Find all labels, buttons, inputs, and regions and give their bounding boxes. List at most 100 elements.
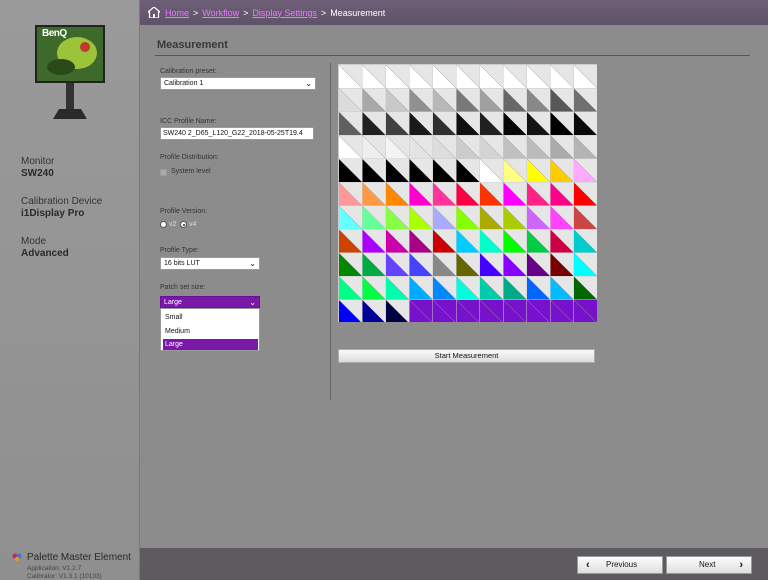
color-patch xyxy=(409,299,433,322)
breadcrumb-workflow-link[interactable]: Workflow xyxy=(202,8,239,18)
color-patch xyxy=(338,205,363,230)
color-patch xyxy=(503,299,527,322)
color-patch xyxy=(479,205,504,230)
color-patch xyxy=(432,276,457,300)
color-patch xyxy=(550,88,574,112)
color-patch xyxy=(409,158,433,183)
patch-set-size-select[interactable]: Large ⌄ xyxy=(160,296,260,308)
color-patch xyxy=(550,299,574,322)
benq-logo: BenQ xyxy=(42,28,67,39)
color-patch xyxy=(338,182,363,206)
color-patch xyxy=(503,135,527,159)
page-title: Measurement xyxy=(157,39,228,51)
patch-set-size-value: Large xyxy=(164,299,182,306)
start-measurement-button[interactable]: Start Measurement xyxy=(338,349,595,363)
color-patch xyxy=(573,205,597,230)
color-patch xyxy=(362,111,386,136)
patch-option-large[interactable]: Large xyxy=(163,339,258,350)
color-patch xyxy=(432,182,457,206)
color-patch xyxy=(409,88,433,112)
system-level-label: System level xyxy=(171,168,211,175)
color-patch xyxy=(385,111,410,136)
color-patch xyxy=(456,299,480,322)
color-patch xyxy=(503,229,527,253)
color-patch xyxy=(385,205,410,230)
color-patch xyxy=(526,205,551,230)
next-label: Next xyxy=(699,560,716,569)
color-patch xyxy=(503,276,527,300)
color-patch xyxy=(385,88,410,112)
monitor-label: Monitor xyxy=(21,156,55,167)
color-patch xyxy=(573,158,597,183)
color-patch xyxy=(432,205,457,230)
color-patch xyxy=(409,182,433,206)
color-patch xyxy=(385,276,410,300)
color-patch xyxy=(456,88,480,112)
system-level-checkbox[interactable] xyxy=(160,169,167,176)
profile-type-select[interactable]: 16 bits LUT ⌄ xyxy=(160,257,260,270)
previous-button[interactable]: ‹ Previous xyxy=(577,556,663,574)
icc-profile-input[interactable]: SW240 2_D65_L120_G22_2018-05-25T19.4 xyxy=(160,127,314,140)
color-patch xyxy=(503,111,527,136)
color-patch xyxy=(550,158,574,183)
color-patch xyxy=(409,276,433,300)
color-patch xyxy=(432,252,457,277)
color-patch xyxy=(409,135,433,159)
profile-version-v4-radio[interactable] xyxy=(180,221,187,228)
color-patch xyxy=(479,299,503,322)
color-patch xyxy=(503,205,527,230)
color-patch xyxy=(550,135,574,159)
color-patch xyxy=(432,299,456,322)
profile-version-v2-radio[interactable] xyxy=(160,221,167,228)
color-patch xyxy=(503,64,527,89)
color-patch xyxy=(550,252,574,277)
color-patch xyxy=(456,158,480,183)
color-patch xyxy=(503,158,527,183)
color-patch xyxy=(338,158,363,183)
color-patch xyxy=(456,229,480,253)
chevron-left-icon: ‹ xyxy=(586,559,590,571)
color-patch xyxy=(550,111,574,136)
color-patch xyxy=(479,182,504,206)
icc-profile-label: ICC Profile Name: xyxy=(160,118,217,125)
color-patch xyxy=(456,252,480,277)
color-patch xyxy=(385,64,410,89)
previous-label: Previous xyxy=(606,560,638,569)
home-icon[interactable] xyxy=(148,7,160,18)
panel-divider xyxy=(330,63,331,400)
calibration-preset-label: Calibration preset: xyxy=(160,68,217,75)
chevron-down-icon: ⌄ xyxy=(249,259,256,268)
breadcrumb-display-settings-link[interactable]: Display Settings xyxy=(252,8,317,18)
color-patch xyxy=(479,88,504,112)
color-patch xyxy=(362,88,386,112)
color-patch xyxy=(385,135,410,159)
main-panel: Measurement Calibration preset: Calibrat… xyxy=(140,25,768,548)
next-button[interactable]: Next › xyxy=(666,556,752,574)
color-patch xyxy=(526,299,550,322)
bottom-bar: ‹ Previous Next › xyxy=(140,548,768,580)
color-patch xyxy=(526,252,551,277)
color-patch xyxy=(550,182,574,206)
patch-option-small[interactable]: Small xyxy=(163,312,258,323)
color-patch xyxy=(573,299,597,322)
color-patch xyxy=(432,88,457,112)
color-patch xyxy=(432,64,457,89)
breadcrumb-home-link[interactable]: Home xyxy=(165,8,189,18)
color-patch xyxy=(526,229,551,253)
color-patch xyxy=(573,252,597,277)
color-patch xyxy=(456,111,480,136)
color-patch xyxy=(362,229,386,253)
color-patch xyxy=(526,182,551,206)
patch-grid xyxy=(338,64,597,322)
color-patch xyxy=(362,158,386,183)
profile-type-label: Profile Type: xyxy=(160,247,199,254)
color-patch xyxy=(362,276,386,300)
patch-option-medium[interactable]: Medium xyxy=(163,326,258,337)
calibration-preset-select[interactable]: Calibration 1 ⌄ xyxy=(160,77,316,90)
color-patch xyxy=(479,64,504,89)
profile-type-value: 16 bits LUT xyxy=(164,260,200,267)
color-patch xyxy=(526,64,551,89)
color-patch xyxy=(456,182,480,206)
color-patch xyxy=(573,111,597,136)
color-patch xyxy=(479,135,504,159)
